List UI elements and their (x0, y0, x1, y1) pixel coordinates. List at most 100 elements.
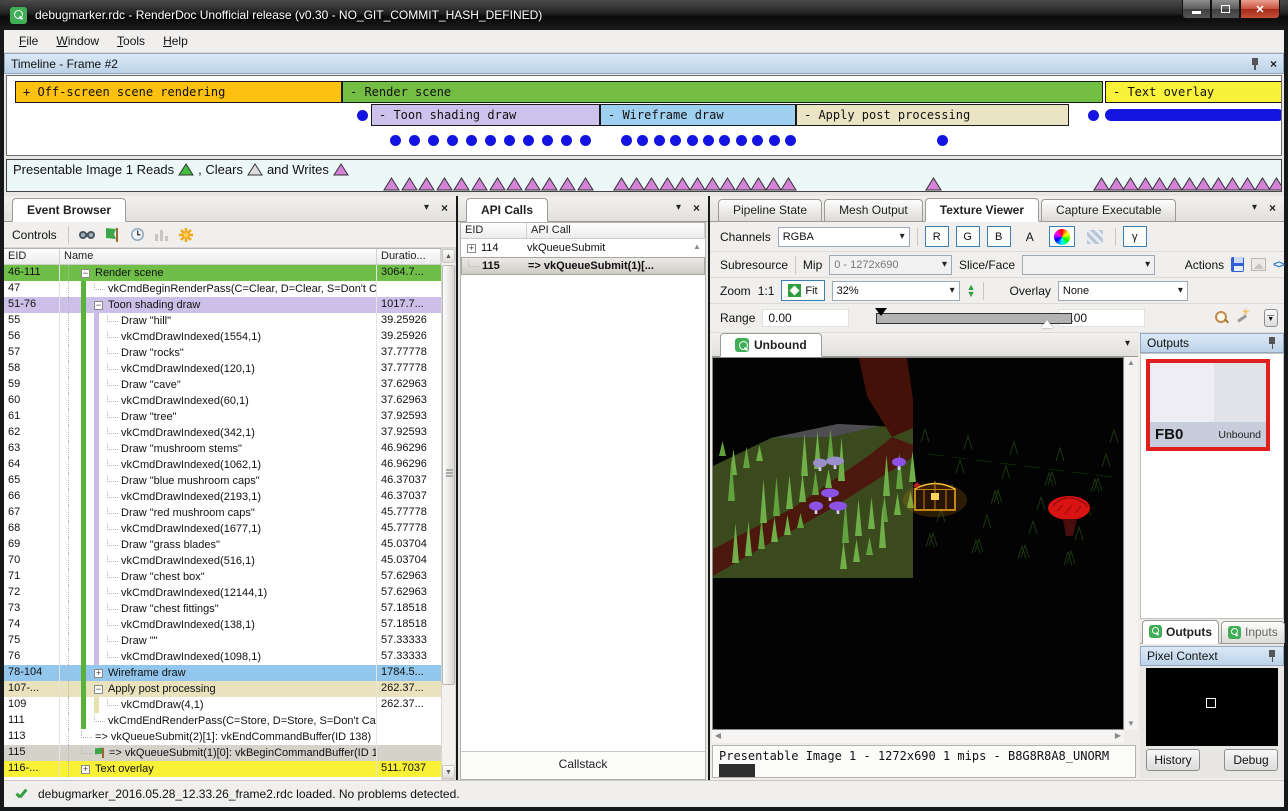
event-row[interactable]: 109vkCmdDraw(4,1)262.37... (4, 697, 441, 713)
timeline-event-dot[interactable] (736, 135, 747, 146)
event-row[interactable]: 67Draw "red mushroom caps"45.77778 (4, 505, 441, 521)
texture-vertical-scrollbar[interactable]: ▲ ▼ (1125, 357, 1138, 730)
toolbar-overflow-button[interactable]: —▼ (1264, 309, 1278, 327)
texture-list-dropdown-icon[interactable]: ▾ (1125, 339, 1130, 349)
scroll-up-icon[interactable]: ▲ (442, 249, 455, 263)
timeline-event-dot[interactable] (637, 135, 648, 146)
usage-write-marker[interactable] (925, 177, 942, 192)
event-list-scrollbar[interactable]: ▲ ▼ (441, 248, 456, 780)
panel-menu-icon[interactable]: ▾ (676, 203, 681, 213)
usage-write-marker[interactable] (401, 177, 418, 192)
save-icon[interactable] (1231, 257, 1244, 272)
texture-image[interactable] (712, 357, 1124, 730)
resource-usage-strip[interactable]: Presentable Image 1 Reads, Clearsand Wri… (6, 159, 1282, 192)
scrollbar-thumb[interactable] (442, 265, 455, 685)
timeline-header[interactable]: Timeline - Frame #2 × (4, 53, 1284, 74)
timeline-event-dot[interactable] (687, 135, 698, 146)
minimize-button[interactable] (1182, 0, 1211, 19)
column-api-call[interactable]: API Call (527, 223, 705, 238)
usage-write-marker[interactable] (471, 177, 488, 192)
pin-icon[interactable] (1267, 337, 1277, 349)
panel-menu-icon[interactable]: ▾ (1252, 203, 1257, 213)
event-row[interactable]: 68vkCmdDrawIndexed(1677,1)45.77778 (4, 521, 441, 537)
event-row[interactable]: 64vkCmdDrawIndexed(1062,1)46.96296 (4, 457, 441, 473)
tab-event-browser[interactable]: Event Browser (12, 198, 126, 222)
timeline-event-dot[interactable] (542, 135, 553, 146)
timeline-event-dot[interactable] (504, 135, 515, 146)
event-row[interactable]: 78-104+Wireframe draw1784.5... (4, 665, 441, 681)
timeline-bar[interactable]: - Text overlay (1105, 81, 1282, 103)
jump-to-bookmark-icon[interactable] (105, 227, 121, 242)
event-row[interactable]: 51-76−Toon shading draw1017.7... (4, 297, 441, 313)
tab-mesh-output[interactable]: Mesh Output (824, 199, 923, 221)
fb0-thumbnail[interactable]: FB0 Unbound (1146, 359, 1270, 451)
timeline-bar[interactable]: - Render scene (342, 81, 1103, 103)
scroll-right-icon[interactable]: ▶ (1112, 730, 1124, 742)
timeline-chart[interactable]: + Off-screen scene rendering- Render sce… (6, 75, 1282, 156)
checkerboard-button[interactable] (1082, 226, 1108, 247)
range-min-field[interactable]: 0.00 (762, 309, 849, 327)
range-black-point-handle[interactable] (875, 308, 887, 316)
expander-icon[interactable]: − (94, 301, 103, 310)
outputs-header[interactable]: Outputs (1140, 333, 1284, 353)
expander-icon[interactable]: + (94, 669, 103, 678)
event-row[interactable]: 116-...+Text overlay511.7037 (4, 761, 441, 777)
timeline-bar[interactable]: - Wireframe draw (600, 104, 796, 126)
event-row[interactable]: 66vkCmdDrawIndexed(2193,1)46.37037 (4, 489, 441, 505)
event-row[interactable]: 72vkCmdDrawIndexed(12144,1)57.62963 (4, 585, 441, 601)
red-channel-button[interactable]: R (925, 226, 949, 247)
timeline-event-dot[interactable] (561, 135, 572, 146)
event-row[interactable]: 75Draw ""57.33333 (4, 633, 441, 649)
title-bar[interactable]: debugmarker.rdc - RenderDoc Unofficial r… (0, 0, 1288, 30)
timeline-event-dot[interactable] (357, 110, 368, 121)
menu-item-file[interactable]: File (10, 32, 47, 50)
range-white-point-handle[interactable] (1041, 320, 1053, 328)
panel-menu-icon[interactable]: ▾ (424, 203, 429, 213)
timeline-marker-bar[interactable] (1105, 109, 1282, 121)
timeline-event-dot[interactable] (409, 135, 420, 146)
pin-icon[interactable] (1267, 650, 1277, 662)
timeline-event-dot[interactable] (621, 135, 632, 146)
bookmark-star-icon[interactable] (178, 227, 194, 243)
tab-outputs[interactable]: Outputs (1142, 620, 1219, 644)
callstack-section[interactable]: Callstack (461, 751, 705, 777)
flip-y-icon[interactable]: ▲▼ (967, 284, 976, 298)
api-call-row[interactable]: +114vkQueueSubmit (461, 239, 705, 257)
event-row[interactable]: 62vkCmdDrawIndexed(342,1)37.92593 (4, 425, 441, 441)
usage-write-marker[interactable] (453, 177, 470, 192)
event-row[interactable]: 113=> vkQueueSubmit(2)[1]: vkEndCommandB… (4, 729, 441, 745)
scroll-left-icon[interactable]: ◀ (712, 730, 724, 742)
autofit-wand-icon[interactable] (1235, 310, 1249, 326)
timeline-event-dot[interactable] (703, 135, 714, 146)
tab-inputs[interactable]: Inputs (1221, 621, 1285, 643)
timeline-event-dot[interactable] (447, 135, 458, 146)
scroll-down-icon[interactable]: ▼ (1125, 718, 1137, 730)
scroll-up-icon[interactable]: ▲ (1125, 357, 1137, 369)
event-row[interactable]: 47vkCmdBeginRenderPass(C=Clear, D=Clear,… (4, 281, 441, 297)
tab-unbound-texture[interactable]: Unbound (720, 333, 822, 357)
green-channel-button[interactable]: G (956, 226, 980, 247)
event-row[interactable]: 74vkCmdDrawIndexed(138,1)57.18518 (4, 617, 441, 633)
history-button[interactable]: History (1146, 749, 1200, 771)
maximize-button[interactable] (1211, 0, 1240, 19)
usage-write-marker[interactable] (1268, 177, 1282, 192)
tab-texture-viewer[interactable]: Texture Viewer (925, 198, 1039, 222)
expander-icon[interactable]: − (94, 685, 103, 694)
pin-icon[interactable] (1250, 58, 1260, 70)
timeline-event-dot[interactable] (580, 135, 591, 146)
tab-capture-executable[interactable]: Capture Executable (1041, 199, 1176, 221)
event-row[interactable]: 60vkCmdDrawIndexed(60,1)37.62963 (4, 393, 441, 409)
timeline-event-dot[interactable] (670, 135, 681, 146)
timeline-event-dot[interactable] (769, 135, 780, 146)
column-eid[interactable]: EID (4, 249, 60, 264)
open-image-icon[interactable] (1251, 258, 1266, 271)
timeline-event-dot[interactable] (752, 135, 763, 146)
usage-write-marker[interactable] (489, 177, 506, 192)
close-icon[interactable]: × (1269, 202, 1276, 214)
event-row[interactable]: 69Draw "grass blades"45.03704 (4, 537, 441, 553)
expander-icon[interactable]: + (467, 244, 476, 253)
timeline-event-dot[interactable] (719, 135, 730, 146)
column-duration[interactable]: Duratio... (377, 249, 441, 264)
event-row[interactable]: 58vkCmdDrawIndexed(120,1)37.77778 (4, 361, 441, 377)
pixel-context-view[interactable] (1146, 668, 1278, 746)
